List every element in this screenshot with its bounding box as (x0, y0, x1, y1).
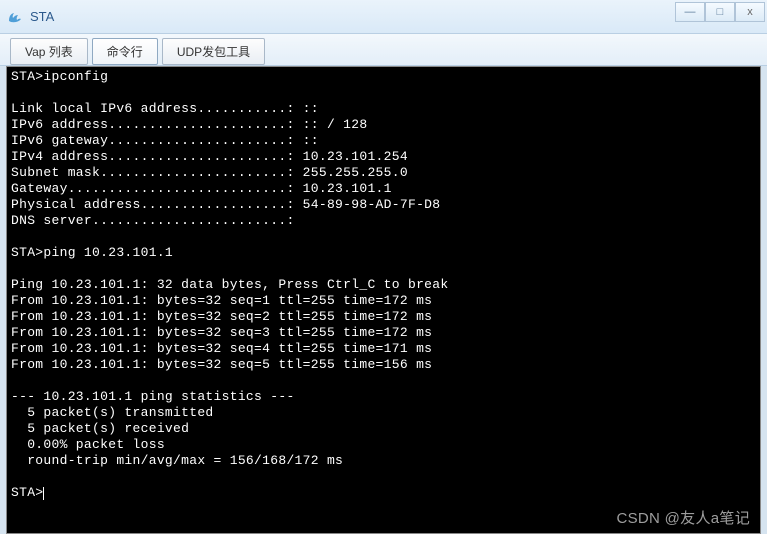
maximize-button[interactable]: □ (705, 2, 735, 22)
cursor-icon (43, 487, 44, 500)
minimize-button[interactable]: — (675, 2, 705, 22)
close-button[interactable]: x (735, 2, 765, 22)
app-icon (6, 8, 24, 26)
tab-command-line[interactable]: 命令行 (92, 38, 158, 65)
app-title: STA (30, 9, 54, 24)
terminal-prompt: STA> (11, 485, 43, 500)
title-bar: STA — □ x (0, 0, 767, 34)
tab-bar: Vap 列表 命令行 UDP发包工具 (0, 34, 767, 66)
tab-vap-list[interactable]: Vap 列表 (10, 38, 88, 65)
terminal-lines: STA>ipconfig Link local IPv6 address....… (11, 69, 448, 468)
window-controls: — □ x (675, 2, 765, 22)
tab-udp-tool[interactable]: UDP发包工具 (162, 38, 265, 65)
terminal-output[interactable]: STA>ipconfig Link local IPv6 address....… (6, 66, 761, 534)
watermark-text: CSDN @友人a笔记 (616, 511, 750, 527)
